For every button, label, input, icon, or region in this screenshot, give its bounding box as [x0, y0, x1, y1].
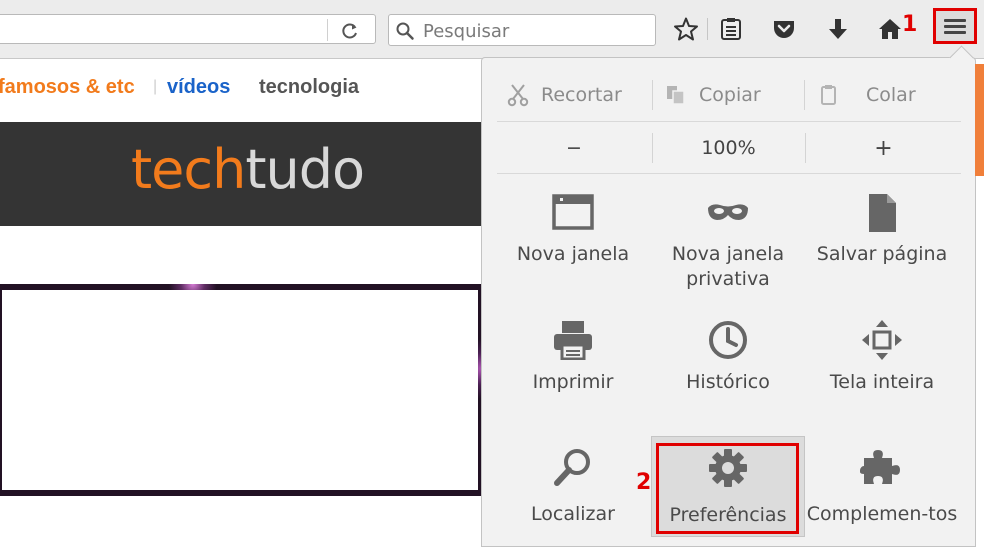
edit-separator: [804, 80, 805, 110]
copy-button[interactable]: Copiar: [665, 76, 761, 114]
hamburger-menu-icon-bar: [944, 25, 966, 28]
save-page-label: Salvar página: [816, 243, 948, 265]
url-bar-separator: [327, 19, 328, 41]
history-label: Histórico: [686, 371, 770, 393]
annotation-number-2: 2: [636, 470, 652, 495]
download-icon[interactable]: [825, 16, 851, 42]
annotation-number-1: 1: [902, 12, 918, 37]
nav-link-tecnologia[interactable]: tecnologia: [259, 76, 359, 99]
new-window-button[interactable]: Nova janela: [496, 192, 650, 267]
private-mask-icon: [708, 204, 748, 220]
addons-button[interactable]: Complemen-tos: [805, 446, 959, 527]
history-clock-icon: [709, 321, 747, 359]
new-private-window-button[interactable]: Nova janela privativa: [651, 192, 805, 292]
paste-clipboard-icon: [821, 85, 836, 105]
logo-tudo: tudo: [245, 138, 365, 201]
paste-label: Colar: [866, 84, 916, 106]
home-icon[interactable]: [877, 16, 903, 42]
copy-icon: [667, 86, 685, 105]
preferences-highlight-box: [656, 443, 799, 534]
nav-link-famosos[interactable]: famosos & etc: [0, 76, 135, 99]
scissors-icon: [507, 84, 529, 107]
page-scrollbar-thumb[interactable]: [975, 64, 984, 176]
cut-button[interactable]: Recortar: [507, 76, 622, 114]
find-label: Localizar: [531, 503, 615, 525]
nav-link-videos[interactable]: vídeos: [167, 76, 230, 99]
toolbar-separator: [707, 18, 708, 40]
print-label: Imprimir: [532, 371, 614, 393]
zoom-level-button[interactable]: 100%: [652, 132, 805, 164]
puzzle-icon: [860, 450, 900, 484]
history-button[interactable]: Histórico: [651, 320, 805, 395]
fullscreen-icon: [862, 320, 902, 360]
find-magnifier-icon: [554, 449, 590, 486]
reload-icon[interactable]: [340, 21, 360, 41]
star-icon[interactable]: [673, 16, 699, 42]
url-bar[interactable]: [0, 14, 376, 44]
zoom-in-button[interactable]: +: [806, 132, 961, 164]
browser-toolbar: 1: [0, 0, 984, 59]
search-input[interactable]: [421, 18, 650, 44]
copy-label: Copiar: [699, 84, 761, 106]
pocket-icon[interactable]: [771, 16, 797, 42]
print-button[interactable]: Imprimir: [496, 320, 650, 395]
search-bar[interactable]: [388, 14, 656, 46]
site-logo[interactable]: techtudo: [131, 138, 365, 201]
print-icon: [554, 321, 592, 360]
save-page-icon: [869, 194, 896, 232]
addons-label: Complemen-tos: [806, 503, 958, 525]
open-menu-button[interactable]: [933, 8, 977, 44]
hamburger-menu-icon: [944, 19, 966, 22]
new-window-label: Nova janela: [516, 243, 630, 265]
cut-label: Recortar: [541, 84, 622, 106]
hamburger-menu-icon-bar: [944, 31, 966, 34]
edit-controls-row: Recortar Copiar Colar: [497, 76, 961, 122]
video-thumbnail[interactable]: [0, 284, 482, 496]
zoom-out-button[interactable]: −: [497, 132, 651, 164]
fullscreen-label: Tela inteira: [829, 371, 935, 393]
find-button[interactable]: Localizar: [496, 446, 650, 527]
reading-list-icon[interactable]: [718, 16, 744, 42]
search-icon: [396, 22, 414, 40]
new-window-icon: [552, 194, 594, 230]
edit-separator: [652, 80, 653, 110]
fullscreen-button[interactable]: Tela inteira: [805, 320, 959, 395]
paste-button[interactable]: Colar: [818, 76, 916, 114]
menu-divider: [497, 121, 961, 122]
new-private-window-label: Nova janela privativa: [671, 243, 785, 290]
nav-divider: |: [153, 78, 158, 95]
video-blank-area: [2, 290, 478, 490]
save-page-button[interactable]: Salvar página: [805, 192, 959, 267]
logo-tech: tech: [131, 138, 246, 201]
menu-divider: [497, 173, 961, 174]
